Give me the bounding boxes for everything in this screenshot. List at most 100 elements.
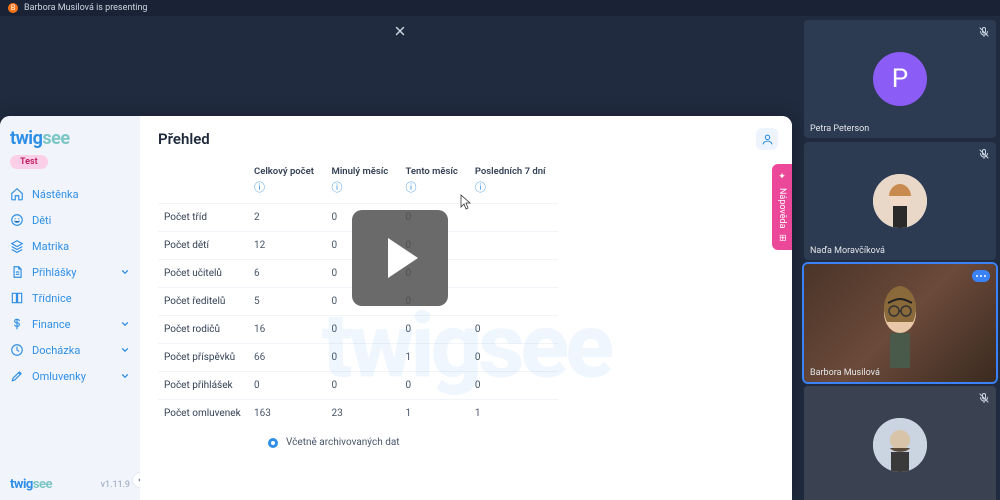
sidebar-item-label: Děti: [32, 214, 51, 227]
smile-icon: [10, 213, 24, 227]
row-label: Počet rodičů: [158, 316, 248, 344]
cell-value: 0: [469, 344, 558, 372]
row-label: Počet tříd: [158, 204, 248, 232]
cell-value: [469, 232, 558, 260]
info-icon[interactable]: ⓘ: [332, 181, 343, 194]
sidebar-item-omluvenky[interactable]: Omluvenky: [0, 363, 140, 389]
app-logo: twigsee: [10, 128, 130, 149]
cell-value: [469, 288, 558, 316]
sidebar-item-třídnice[interactable]: Třídnice: [0, 285, 140, 311]
tile-menu-button[interactable]: [972, 270, 990, 282]
sidebar-item-label: Matrika: [32, 240, 69, 253]
cell-value: 0: [469, 372, 558, 400]
file-icon: [10, 265, 24, 279]
info-icon[interactable]: ⓘ: [406, 181, 417, 194]
participant-tile[interactable]: Naďa Moravčíková: [804, 142, 996, 260]
table-row: Počet příspěvků66010: [158, 344, 558, 372]
close-share-button[interactable]: [389, 20, 411, 42]
nav-list: Nástěnka Děti Matrika Přihlášky Třídnice Fina…: [0, 175, 140, 469]
cell-value: [469, 260, 558, 288]
cell-value: 0: [326, 372, 400, 400]
chevron-down-icon: [120, 371, 130, 381]
sidebar-item-nástěnka[interactable]: Nástěnka: [0, 181, 140, 207]
shared-app-window: twigsee Test Nástěnka Děti Matrika Přihlášk…: [0, 116, 792, 500]
sidebar-item-label: Nástěnka: [32, 188, 79, 201]
archive-toggle-row[interactable]: Včetně archivovaných dat: [158, 427, 774, 448]
column-header: [158, 162, 248, 179]
presenter-initial-badge: B: [8, 3, 18, 13]
cell-value: 0: [326, 316, 400, 344]
mic-muted-icon: [978, 148, 990, 160]
avatar-initial: P: [873, 52, 927, 106]
cell-value: 0: [469, 316, 558, 344]
help-tab[interactable]: ✦ Nápověda ⊞: [772, 164, 792, 250]
home-icon: [10, 187, 24, 201]
app-content: Přehled Celkový početMinulý měsícTento m…: [140, 116, 792, 500]
sidebar-item-děti[interactable]: Děti: [0, 207, 140, 233]
mic-muted-icon: [978, 392, 990, 404]
row-label: Počet učitelů: [158, 260, 248, 288]
book-icon: [10, 291, 24, 305]
play-button[interactable]: [352, 210, 448, 306]
table-row: Počet omluvenek1632311: [158, 400, 558, 428]
sidebar-item-finance[interactable]: Finance: [0, 311, 140, 337]
cell-value: 1: [469, 400, 558, 428]
cell-value: 16: [248, 316, 326, 344]
sidebar-item-matrika[interactable]: Matrika: [0, 233, 140, 259]
presenter-status-text: Barbora Musilová is presenting: [24, 3, 147, 13]
env-badge: Test: [10, 155, 48, 169]
sparkle-icon: ✦: [777, 172, 787, 182]
chevron-down-icon: [120, 267, 130, 277]
participant-name: Barbora Musilová: [810, 368, 880, 378]
sidebar-item-label: Docházka: [32, 344, 80, 357]
sidebar-item-docházka[interactable]: Docházka: [0, 337, 140, 363]
cell-value: 23: [326, 400, 400, 428]
play-icon: [388, 238, 418, 278]
cell-value: 163: [248, 400, 326, 428]
cell-value: 0: [326, 344, 400, 372]
cell-value: 66: [248, 344, 326, 372]
mic-muted-icon: [978, 26, 990, 38]
info-icon[interactable]: ⓘ: [254, 181, 265, 194]
radio-icon: [268, 438, 278, 448]
dollar-icon: [10, 317, 24, 331]
cell-value: 0: [248, 372, 326, 400]
sidebar-item-label: Třídnice: [32, 292, 72, 305]
sidebar-item-přihlášky[interactable]: Přihlášky: [0, 259, 140, 285]
cell-value: 12: [248, 232, 326, 260]
participant-tile[interactable]: Barbora Musilová: [804, 264, 996, 382]
archive-label: Včetně archivovaných dat: [286, 437, 400, 448]
footer-logo: twigsee: [10, 477, 52, 492]
cell-value: 0: [400, 372, 469, 400]
column-header: Minulý měsíc: [326, 162, 400, 179]
chevron-down-icon: [120, 345, 130, 355]
user-icon: [761, 133, 774, 146]
avatar-photo: [873, 174, 927, 228]
close-icon: [393, 24, 407, 38]
column-header: Tento měsíc: [400, 162, 469, 179]
cell-value: 2: [248, 204, 326, 232]
table-row: Počet rodičů16000: [158, 316, 558, 344]
cell-value: [469, 204, 558, 232]
participant-column: PPetra PetersonNaďa Moravčíková Barbora M…: [800, 16, 1000, 500]
cell-value: 1: [400, 400, 469, 428]
participant-tile[interactable]: PPetra Peterson: [804, 20, 996, 138]
layers-icon: [10, 239, 24, 253]
table-row: Počet přihlášek0000: [158, 372, 558, 400]
avatar-photo: [873, 418, 927, 472]
version-text: v1.11.9: [101, 480, 130, 490]
cell-value: 6: [248, 260, 326, 288]
plus-icon: ⊞: [777, 234, 787, 242]
chevron-down-icon: [120, 319, 130, 329]
profile-button[interactable]: [756, 128, 778, 150]
page-title: Přehled: [158, 130, 774, 148]
sidebar-item-label: Omluvenky: [32, 370, 86, 383]
participant-tile[interactable]: [804, 386, 996, 500]
shared-screen-stage: twigsee Test Nástěnka Děti Matrika Přihlášk…: [0, 16, 800, 500]
column-header: Celkový počet: [248, 162, 326, 179]
info-icon[interactable]: ⓘ: [475, 181, 486, 194]
cell-value: 1: [400, 344, 469, 372]
row-label: Počet ředitelů: [158, 288, 248, 316]
sidebar-item-label: Finance: [32, 318, 70, 331]
row-label: Počet dětí: [158, 232, 248, 260]
